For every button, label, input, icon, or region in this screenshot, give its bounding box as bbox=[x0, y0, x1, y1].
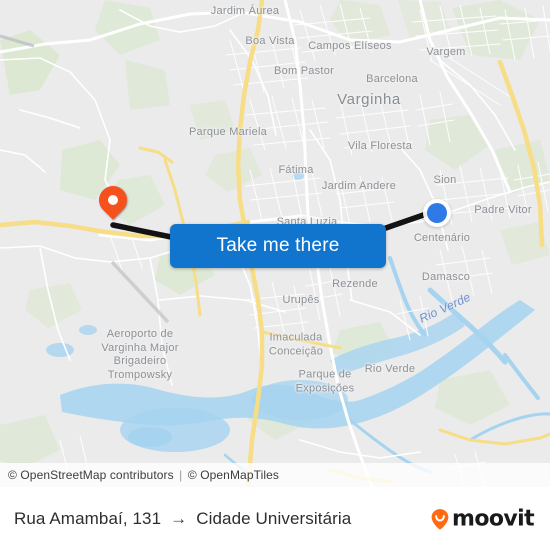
trip-destination-label: Cidade Universitária bbox=[196, 508, 352, 528]
trip-origin-label: Rua Amambaí, 131 bbox=[14, 508, 162, 528]
attribution-osm[interactable]: © OpenStreetMap contributors bbox=[8, 468, 174, 482]
trip-summary: Rua Amambaí, 131 → Cidade Universitária bbox=[0, 509, 351, 529]
arrow-right-icon: → bbox=[170, 508, 188, 528]
attribution-separator: | bbox=[179, 468, 183, 482]
moovit-wordmark: moovit bbox=[452, 506, 535, 531]
destination-dot-core bbox=[427, 203, 447, 223]
map-canvas[interactable]: .rd{stroke:#ffffff;fill:none;stroke-line… bbox=[0, 0, 550, 487]
trip-footer: Rua Amambaí, 131 → Cidade Universitária … bbox=[0, 487, 550, 550]
take-me-there-button[interactable]: Take me there bbox=[170, 224, 386, 268]
attribution-openmaptiles[interactable]: © OpenMapTiles bbox=[188, 468, 279, 482]
moovit-pin-icon bbox=[431, 508, 449, 529]
map-attribution: © OpenStreetMap contributors | © OpenMap… bbox=[0, 463, 550, 487]
moovit-logo[interactable]: moovit bbox=[430, 506, 535, 531]
moovit-trip-map-screenshot: .rd{stroke:#ffffff;fill:none;stroke-line… bbox=[0, 0, 550, 550]
origin-pin-dot bbox=[108, 195, 118, 205]
